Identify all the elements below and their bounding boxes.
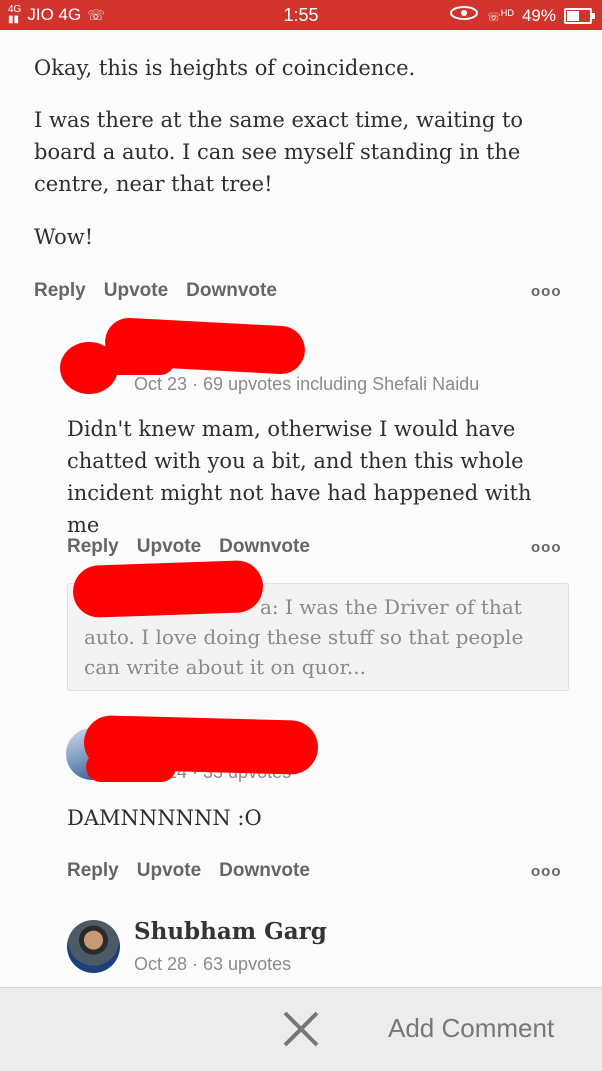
redaction-mark bbox=[86, 752, 176, 782]
hd-label: HD bbox=[500, 7, 514, 18]
downvote-button[interactable]: Downvote bbox=[186, 280, 277, 302]
close-icon[interactable] bbox=[280, 1008, 322, 1050]
reply-text: DAMNNNNNN :O bbox=[67, 806, 262, 830]
battery-percent: 49% bbox=[521, 5, 556, 25]
reply-actions: Reply Upvote Downvote bbox=[67, 536, 310, 558]
reply-actions: Reply Upvote Downvote bbox=[67, 860, 310, 882]
reply-button[interactable]: Reply bbox=[67, 860, 119, 882]
main-comment-paragraph-3: Wow! bbox=[34, 225, 94, 249]
reply-button[interactable]: Reply bbox=[34, 280, 86, 302]
redaction-mark bbox=[95, 345, 175, 375]
more-options-icon[interactable]: ooo bbox=[531, 539, 562, 556]
redaction-mark bbox=[72, 559, 264, 619]
bottom-bar: Add Comment bbox=[0, 987, 602, 1071]
reply-meta: Oct 23 · 69 upvotes including Shefali Na… bbox=[134, 374, 480, 394]
add-comment-button[interactable]: Add Comment bbox=[388, 1013, 554, 1044]
commenter-name[interactable]: Shubham Garg bbox=[134, 918, 327, 945]
main-comment-paragraph-2: I was there at the same exact time, wait… bbox=[34, 108, 524, 196]
main-comment-paragraph-1: Okay, this is heights of coincidence. bbox=[34, 56, 416, 80]
reply-button[interactable]: Reply bbox=[67, 536, 119, 558]
upvote-button[interactable]: Upvote bbox=[137, 536, 201, 558]
battery-icon bbox=[564, 7, 595, 24]
more-options-icon[interactable]: ooo bbox=[531, 863, 562, 880]
hd-call-icon: ☏HD bbox=[486, 7, 514, 24]
upvote-button[interactable]: Upvote bbox=[104, 280, 168, 302]
main-comment-actions: Reply Upvote Downvote bbox=[34, 280, 277, 302]
upvote-button[interactable]: Upvote bbox=[137, 860, 201, 882]
downvote-button[interactable]: Downvote bbox=[219, 860, 310, 882]
more-options-icon[interactable]: ooo bbox=[531, 283, 562, 300]
avatar[interactable] bbox=[67, 920, 120, 973]
status-right: ☏HD 49% bbox=[449, 5, 595, 26]
status-bar: 4G ▮▮ JIO 4G ☏ 1:55 ☏HD 49% bbox=[0, 0, 602, 30]
downvote-button[interactable]: Downvote bbox=[219, 536, 310, 558]
battery-fill bbox=[567, 10, 579, 21]
eye-icon bbox=[449, 5, 479, 26]
reply-meta: Oct 28 · 63 upvotes bbox=[134, 954, 292, 974]
reply-text: Didn't knew mam, otherwise I would have … bbox=[67, 417, 532, 537]
